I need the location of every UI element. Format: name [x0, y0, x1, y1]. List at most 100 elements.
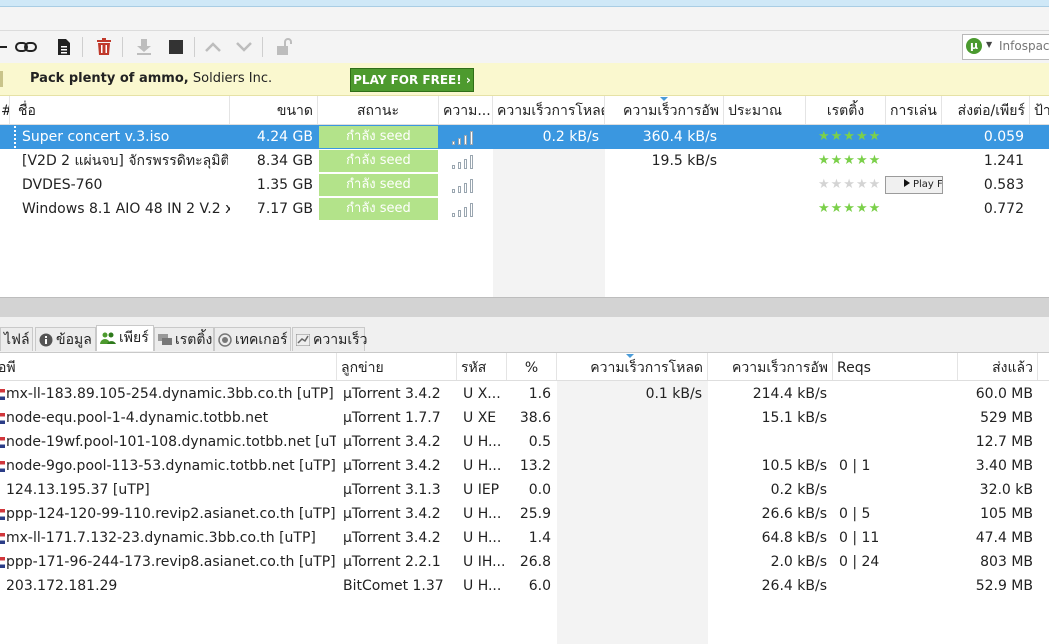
peer-up-speed: 2.0 kB/s [770, 554, 827, 570]
peer-row[interactable]: 203.172.181.29 BitComet 1.37 U H... 6.0 … [0, 574, 1049, 598]
col-header-name[interactable]: ชื่อ [14, 96, 230, 124]
peer-row[interactable]: 124.13.195.37 [uTP] µTorrent 3.1.3 U IEP… [0, 478, 1049, 502]
start-button[interactable] [132, 35, 156, 59]
peer-percent: 0.5 [528, 434, 551, 450]
peer-row[interactable]: mx-ll-171.7.132-23.dynamic.3bb.co.th [uT… [0, 526, 1049, 550]
col-header-peer-up-speed[interactable]: ความเร็วการอัพ [708, 353, 833, 380]
col-header-playback[interactable]: การเล่น [886, 96, 942, 124]
country-flag-icon [0, 533, 5, 544]
torrent-name: Super concert v.3.iso [22, 129, 170, 145]
peer-flags: U H... [463, 530, 502, 546]
peer-down-speed [557, 478, 702, 502]
torrent-row[interactable]: [V2D 2 แผ่นจบ] จักรพรรดิทะลุมิติ 8.34 GB… [0, 149, 1049, 173]
col-header-health[interactable]: ความ... [439, 96, 493, 124]
tab-trackers-label: เทคเกอร์ [235, 332, 288, 348]
torrent-row[interactable]: Super concert v.3.iso 4.24 GB กำลัง seed… [0, 125, 1049, 149]
torrent-row[interactable]: Windows 8.1 AIO 48 IN 2 V.2 x86... 7.17 … [0, 197, 1049, 221]
peer-list-header: อพี ลูกข่าย รหัส % ความเร็วการโหลด ความเ… [0, 353, 1049, 381]
tab-trackers[interactable]: เทคเกอร์ [214, 327, 291, 351]
create-torrent-button[interactable] [52, 35, 76, 59]
peer-ip: 124.13.195.37 [uTP] [6, 482, 150, 498]
peer-row[interactable]: node-equ.pool-1-4.dynamic.totbb.net µTor… [0, 406, 1049, 430]
peer-down-speed: 0.1 kB/s [645, 386, 702, 402]
peer-down-speed [557, 526, 702, 550]
ad-marker [0, 71, 3, 87]
col-header-ratio[interactable]: ส่งต่อ/เพียร์ [942, 96, 1030, 124]
tab-speed[interactable]: ความเร็ว [292, 327, 367, 351]
detail-tabs: ไฟล์ ข้อมูล เพียร์ เรตติ้ง เทคเกอร์ ความ… [0, 317, 1049, 353]
move-up-button[interactable] [201, 35, 225, 59]
torrent-ratio: 0.059 [983, 129, 1024, 145]
play-icon [904, 179, 910, 187]
play-for-free-button[interactable]: PLAY FOR FREE! › [350, 68, 474, 92]
torrent-ratio: 0.583 [983, 177, 1024, 193]
remove-button[interactable] [92, 35, 116, 59]
add-icon [0, 46, 7, 48]
peer-up-speed [708, 430, 827, 454]
search-input[interactable] [999, 38, 1049, 54]
col-header-percent[interactable]: % [507, 353, 557, 380]
peer-row[interactable]: ppp-171-96-244-173.revip8.asianet.co.th … [0, 550, 1049, 574]
col-header-label[interactable]: ป้า [1030, 96, 1049, 124]
col-header-size[interactable]: ขนาด [230, 96, 318, 124]
rating-stars-icon[interactable]: ★★★★★ [818, 130, 881, 144]
peer-ip: mx-ll-171.7.132-23.dynamic.3bb.co.th [uT… [6, 530, 316, 546]
country-flag-icon [0, 437, 5, 448]
peer-ip: mx-ll-183.89.105-254.dynamic.3bb.co.th [… [6, 386, 334, 402]
peer-flags: U IH... [463, 554, 505, 570]
col-header-uploaded[interactable]: ส่งแล้ว [958, 353, 1038, 380]
col-header-flags[interactable]: รหัส [457, 353, 507, 380]
move-down-button[interactable] [232, 35, 256, 59]
peer-reqs: 0 | 11 [839, 530, 880, 546]
country-flag-icon [0, 461, 5, 472]
peer-uploaded: 3.40 MB [975, 458, 1033, 474]
torrent-size: 7.17 GB [230, 197, 313, 221]
peer-row[interactable]: mx-ll-183.89.105-254.dynamic.3bb.co.th [… [0, 382, 1049, 406]
play-button[interactable]: Play F [885, 176, 943, 194]
tab-ratings[interactable]: เรตติ้ง [154, 327, 214, 351]
peer-reqs [839, 406, 949, 430]
col-header-eta[interactable]: ประมาณ [724, 96, 806, 124]
torrent-up-speed: 360.4 kB/s [642, 129, 717, 145]
torrent-status: กำลัง seed [319, 126, 438, 148]
search-provider-dropdown-icon[interactable]: ▼ [986, 40, 992, 49]
tab-files-label: ไฟล์ [4, 332, 30, 348]
peer-row[interactable]: node-9go.pool-113-53.dynamic.totbb.net [… [0, 454, 1049, 478]
peer-up-speed: 0.2 kB/s [770, 482, 827, 498]
col-header-reqs[interactable]: Reqs [833, 353, 958, 380]
trackers-icon [218, 333, 232, 347]
peer-row[interactable]: ppp-124-120-99-110.revip2.asianet.co.th … [0, 502, 1049, 526]
peer-down-speed [557, 574, 702, 598]
ad-banner[interactable]: Pack plenty of ammo, Soldiers Inc. PLAY … [0, 63, 1049, 96]
peers-icon [100, 332, 116, 344]
col-header-status[interactable]: สถานะ [318, 96, 439, 124]
peer-client: µTorrent 3.1.3 [343, 482, 441, 498]
rating-stars-icon[interactable]: ★★★★★ [818, 202, 881, 216]
search-box[interactable]: µ ▼ [962, 34, 1049, 60]
add-url-button[interactable] [14, 35, 38, 59]
torrent-row[interactable]: DVDES-760 1.35 GB กำลัง seed ★★★★★ Play … [0, 173, 1049, 197]
peer-client: µTorrent 1.7.7 [343, 410, 441, 426]
peer-reqs: 0 | 24 [839, 554, 880, 570]
rating-stars-empty-icon[interactable]: ★★★★★ [818, 178, 881, 192]
peer-up-speed: 64.8 kB/s [761, 530, 827, 546]
link-icon [15, 42, 37, 52]
pane-splitter[interactable] [0, 297, 1049, 318]
peer-row[interactable]: node-19wf.pool-101-108.dynamic.totbb.net… [0, 430, 1049, 454]
country-flag-icon [0, 389, 5, 400]
peer-flags: U H... [463, 434, 502, 450]
tab-peers[interactable]: เพียร์ [96, 325, 154, 351]
tab-info[interactable]: ข้อมูล [35, 327, 96, 351]
torrent-size: 1.35 GB [256, 177, 313, 193]
col-header-client[interactable]: ลูกข่าย [337, 353, 457, 380]
focus-marker [14, 126, 18, 148]
rating-stars-icon[interactable]: ★★★★★ [818, 154, 881, 168]
col-header-rating[interactable]: เรตติ้ง [806, 96, 886, 124]
tab-files[interactable]: ไฟล์ [0, 327, 33, 351]
col-header-ip[interactable]: อพี [0, 353, 337, 380]
col-header-down-speed[interactable]: ความเร็วการโหลด [493, 96, 605, 124]
peer-percent: 1.4 [528, 530, 551, 546]
stop-button[interactable] [164, 35, 188, 59]
unlock-button[interactable] [272, 35, 296, 59]
col-header-number[interactable]: # [0, 96, 10, 124]
